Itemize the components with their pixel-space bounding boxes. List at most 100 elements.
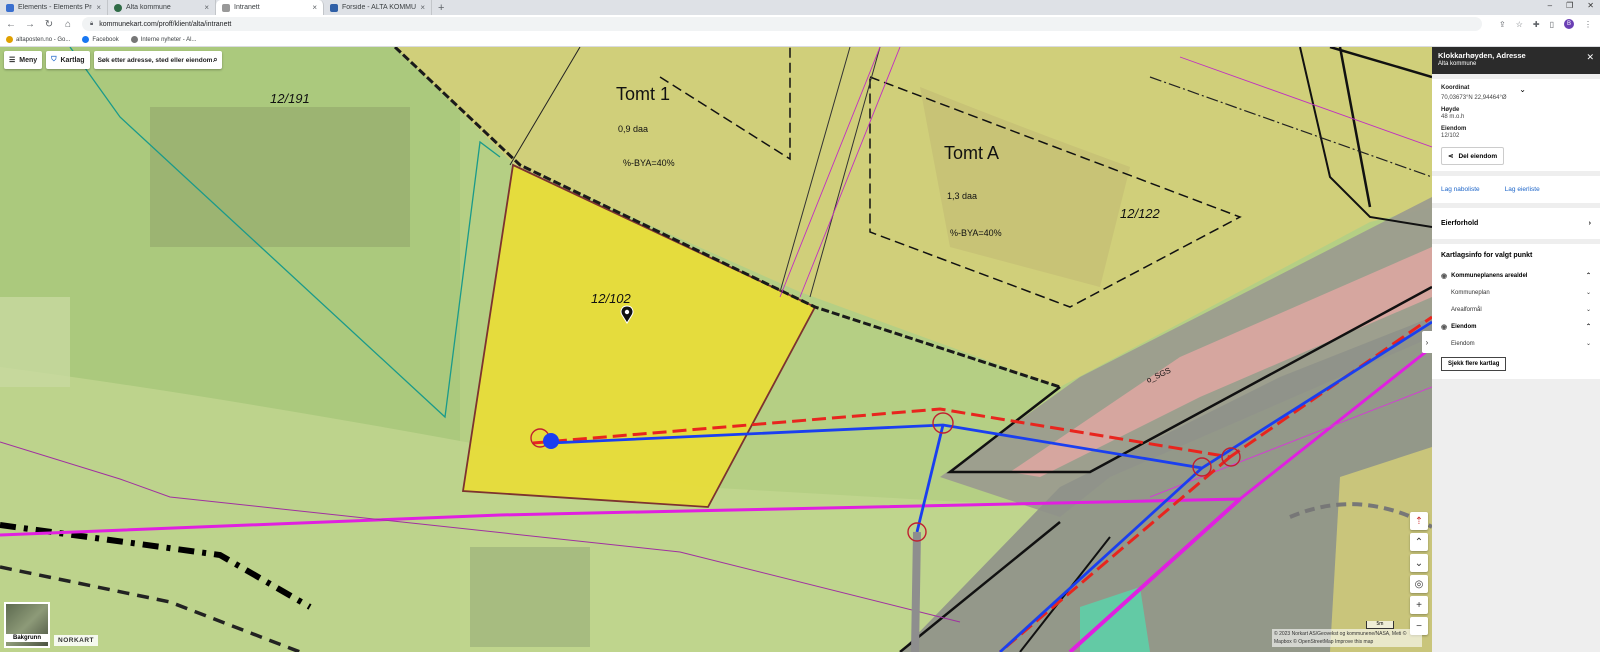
target-icon: ◎ [1414, 578, 1424, 590]
plot-bya-label: %-BYA=40% [623, 158, 675, 168]
plus-icon: + [1416, 599, 1422, 611]
height-label: Høyde [1441, 107, 1460, 113]
map-canvas[interactable]: 12/191 Tomt 1 0,9 daa %-BYA=40% 12/102 T… [0, 47, 1432, 652]
bookmark-favicon-icon [6, 36, 13, 43]
tab-title: Forside - ALTA KOMMUNE [342, 4, 417, 11]
layer-group-label: Kommuneplanens arealdel [1451, 272, 1528, 279]
plot-area-label: 1,3 daa [947, 191, 977, 201]
new-tab-button[interactable]: + [432, 0, 450, 15]
layer-info-section: Kartlagsinfo for valgt punkt ◉ Kommunepla… [1432, 244, 1600, 379]
coordinate-value: 70,03673°N 22,94464°Ø [1441, 95, 1507, 101]
close-tab-icon[interactable]: × [96, 3, 101, 12]
bookmark-star-icon[interactable]: ☆ [1516, 20, 1523, 29]
plot-bya-label: %-BYA=40% [950, 228, 1002, 238]
coordinate-label: Koordinat [1441, 85, 1470, 91]
neighbor-list-link[interactable]: Lag naboliste [1441, 186, 1480, 193]
maximize-icon[interactable]: ❐ [1566, 1, 1573, 10]
minimize-icon[interactable]: – [1548, 1, 1552, 10]
service-point [543, 433, 559, 449]
bookmark-item[interactable]: altaposten.no - Go... [6, 36, 70, 43]
panel-header: Klokkarhøyden, Adresse Alta kommune ✕ [1432, 47, 1600, 74]
browser-tab[interactable]: Alta kommune × [108, 0, 216, 15]
layer-group-row[interactable]: ◉ Eiendom ⌃ [1441, 318, 1591, 335]
bookmark-item[interactable]: Facebook [82, 36, 119, 43]
forward-icon[interactable]: → [25, 19, 35, 30]
tab-favicon-icon [6, 3, 14, 12]
profile-avatar[interactable]: B [1563, 19, 1574, 29]
search-input[interactable]: Søk etter adresse, sted eller eiendom ⌕ [93, 51, 222, 69]
lock-icon: 🔒︎ [90, 20, 94, 27]
ownership-label: Eierforhold [1441, 220, 1479, 227]
browser-menu-icon[interactable]: ⋮ [1584, 20, 1592, 29]
layer-label: Kommuneplan [1451, 289, 1490, 296]
info-panel: Klokkarhøyden, Adresse Alta kommune ✕ Ko… [1432, 47, 1600, 652]
ownership-row[interactable]: Eierforhold › [1432, 208, 1600, 239]
browser-tab[interactable]: Forside - ALTA KOMMUNE × [324, 0, 432, 15]
bookmark-item[interactable]: Interne nyheter - Al... [130, 36, 197, 43]
eye-icon[interactable]: ◉ [1441, 272, 1447, 280]
address-bar[interactable]: 🔒︎ kommunekart.com/proff/klient/alta/int… [82, 17, 1482, 31]
chevron-down-icon[interactable]: ⌄ [1519, 85, 1526, 94]
plot-label: Tomt 1 [616, 84, 670, 104]
tilt-down-button[interactable]: ⌄ [1410, 554, 1428, 572]
chevron-down-icon: ⌄ [1585, 341, 1591, 347]
map-controls: ⇡ ⌃ ⌄ ◎ + − [1410, 512, 1428, 635]
close-icon[interactable]: ✕ [1586, 52, 1594, 63]
menu-button[interactable]: ☰ Meny [4, 51, 43, 69]
browser-tab-active[interactable]: Intranett × [216, 0, 324, 15]
hamburger-icon: ☰ [9, 57, 16, 64]
compass-button[interactable]: ⇡ [1410, 512, 1428, 530]
locate-button[interactable]: ◎ [1410, 575, 1428, 593]
browser-toolbar: ← → ↻ ⌂ 🔒︎ kommunekart.com/proff/klient/… [0, 15, 1600, 33]
building-shadow [150, 107, 410, 247]
bookmark-label: Interne nyheter - Al... [140, 36, 197, 43]
search-placeholder: Søk etter adresse, sted eller eiendom [97, 56, 213, 64]
tilt-up-button[interactable]: ⌃ [1410, 533, 1428, 551]
layer-row[interactable]: Eiendom ⌄ [1441, 335, 1591, 352]
search-icon[interactable]: ⌕ [213, 55, 217, 65]
map-attribution: © 2023 Norkart AS/Geovekst og kommunene/… [1272, 629, 1422, 647]
extensions-icon[interactable]: ✚ [1533, 20, 1540, 29]
share-icon: ⋖ [1448, 153, 1454, 160]
property-details: Koordinat ⌄ 70,03673°N 22,94464°Ø Høyde … [1432, 79, 1600, 171]
close-tab-icon[interactable]: × [204, 3, 209, 12]
shield-icon: ⛉ [51, 56, 57, 63]
layer-row[interactable]: Arealformål ⌄ [1441, 301, 1591, 318]
background-label[interactable]: Bakgrunn [4, 634, 50, 642]
close-tab-icon[interactable]: × [312, 3, 317, 12]
property-label: Eiendom [1441, 126, 1467, 132]
layers-button[interactable]: ⛉ Kartlag [46, 51, 90, 69]
browser-tab-bar: Elements - Elements Produksjon × Alta ko… [0, 0, 1600, 15]
browser-tab[interactable]: Elements - Elements Produksjon × [0, 0, 108, 15]
collapse-panel-button[interactable]: › [1422, 331, 1432, 353]
bookmark-label: Facebook [92, 36, 119, 43]
owner-list-link[interactable]: Lag eierliste [1505, 186, 1540, 193]
facebook-icon [82, 36, 90, 43]
menu-label: Meny [19, 56, 38, 64]
chevron-down-icon: ⌄ [1585, 307, 1591, 313]
layers-label: Kartlag [60, 56, 85, 64]
zoom-in-button[interactable]: + [1410, 596, 1428, 614]
reload-icon[interactable]: ↻ [44, 19, 54, 30]
bookmark-label: altaposten.no - Go... [16, 36, 71, 43]
home-icon[interactable]: ⌂ [63, 19, 73, 30]
back-icon[interactable]: ← [6, 19, 16, 30]
norkart-logo: NORKART [54, 635, 98, 646]
parcel-label: 12/191 [270, 91, 310, 106]
layer-label: Eiendom [1451, 340, 1475, 347]
url-text: kommunekart.com/proff/klient/alta/intran… [99, 20, 232, 28]
close-tab-icon[interactable]: × [420, 3, 425, 12]
scale-bar: 5m [1366, 621, 1394, 629]
layer-group-row[interactable]: ◉ Kommuneplanens arealdel ⌃ [1441, 267, 1591, 284]
chevron-right-icon: › [1425, 337, 1429, 347]
sidebar-icon[interactable]: ▯ [1550, 20, 1554, 29]
parcel-label: 12/102 [591, 291, 632, 306]
layer-group-label: Eiendom [1451, 323, 1477, 330]
more-layers-button[interactable]: Sjekk flere kartlag [1441, 357, 1507, 371]
close-window-icon[interactable]: ✕ [1587, 1, 1594, 10]
share-page-icon[interactable]: ⇪ [1499, 20, 1506, 29]
chevron-up-icon: ⌃ [1585, 273, 1591, 279]
layer-row[interactable]: Kommuneplan ⌄ [1441, 284, 1591, 301]
eye-icon[interactable]: ◉ [1441, 323, 1447, 331]
share-property-button[interactable]: ⋖ Del eiendom [1441, 147, 1505, 165]
